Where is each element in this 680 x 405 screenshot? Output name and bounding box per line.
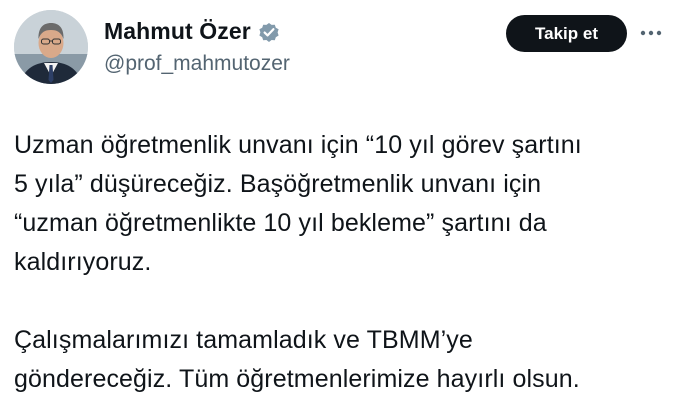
user-handle[interactable]: @prof_mahmutozer [104,52,290,76]
tweet-paragraph: Çalışmalarımızı tamamladık ve TBMM’ye gö… [14,326,580,393]
more-horizontal-icon [640,30,662,36]
tweet-paragraph: Uzman öğretmenlik unvanı için “10 yıl gö… [14,131,582,276]
follow-button[interactable]: Takip et [506,15,627,52]
more-options-button[interactable] [636,22,666,44]
name-row: Mahmut Özer [104,18,281,45]
tweet-text: Uzman öğretmenlik unvanı için “10 yıl gö… [14,126,668,399]
avatar-image [14,10,88,84]
display-name[interactable]: Mahmut Özer [104,18,251,45]
verified-badge-icon [257,20,281,44]
tweet-header: Mahmut Özer @prof_mahmutozer Takip et [0,0,680,100]
avatar[interactable] [14,10,88,84]
